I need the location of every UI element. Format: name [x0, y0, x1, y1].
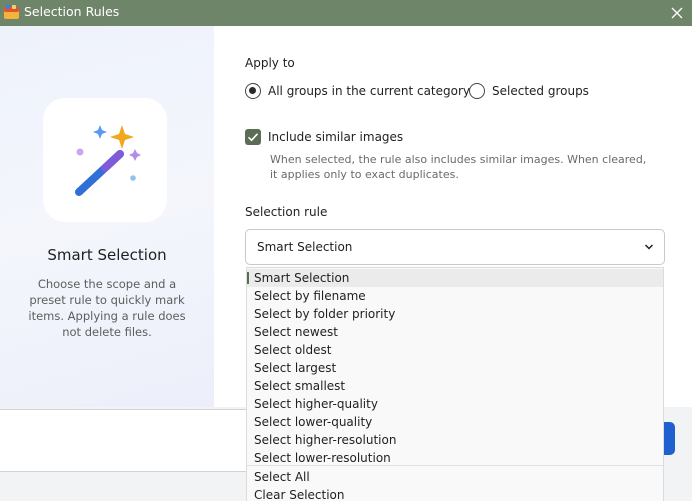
close-icon	[671, 7, 683, 19]
option-select-all[interactable]: Select All	[247, 468, 663, 486]
radio-selected-groups-label[interactable]: Selected groups	[492, 84, 589, 98]
option-select-newest[interactable]: Select newest	[247, 323, 663, 341]
left-panel: Smart Selection Choose the scope and a p…	[0, 26, 214, 407]
panel-title: Smart Selection	[47, 246, 167, 264]
selection-rule-dropdown: Smart Selection Select by filename Selec…	[246, 267, 664, 501]
footer-secondary-button[interactable]	[0, 409, 252, 472]
title-bar: Selection Rules	[0, 0, 692, 26]
option-select-higher-resolution[interactable]: Select higher-resolution	[247, 431, 663, 449]
option-smart-selection[interactable]: Smart Selection	[247, 269, 663, 287]
close-button[interactable]	[662, 0, 692, 26]
option-select-smallest[interactable]: Select smallest	[247, 377, 663, 395]
include-similar-checkbox[interactable]	[245, 129, 261, 145]
option-select-higher-quality[interactable]: Select higher-quality	[247, 395, 663, 413]
selection-rule-value: Smart Selection	[257, 240, 353, 254]
selection-rule-label: Selection rule	[245, 205, 328, 219]
radio-all-groups-label[interactable]: All groups in the current category	[268, 84, 470, 98]
option-select-by-filename[interactable]: Select by filename	[247, 287, 663, 305]
hero-card	[43, 98, 167, 222]
radio-selected-groups[interactable]	[469, 83, 485, 99]
option-clear-selection[interactable]: Clear Selection	[247, 486, 663, 501]
chevron-down-icon	[644, 244, 654, 250]
include-similar-label[interactable]: Include similar images	[268, 130, 403, 144]
radio-all-groups[interactable]	[245, 83, 261, 99]
app-icon	[3, 4, 20, 20]
option-select-oldest[interactable]: Select oldest	[247, 341, 663, 359]
option-select-by-folder-priority[interactable]: Select by folder priority	[247, 305, 663, 323]
option-select-lower-quality[interactable]: Select lower-quality	[247, 413, 663, 431]
option-select-largest[interactable]: Select largest	[247, 359, 663, 377]
include-similar-hint: When selected, the rule also includes si…	[270, 153, 647, 181]
window-title: Selection Rules	[24, 4, 120, 19]
dropdown-separator	[247, 465, 663, 466]
selection-rule-select[interactable]: Smart Selection	[245, 229, 665, 265]
magic-wand-icon	[75, 125, 141, 196]
panel-description: Choose the scope and a preset rule to qu…	[28, 277, 186, 339]
apply-to-label: Apply to	[245, 56, 295, 70]
checkmark-icon	[247, 133, 259, 142]
